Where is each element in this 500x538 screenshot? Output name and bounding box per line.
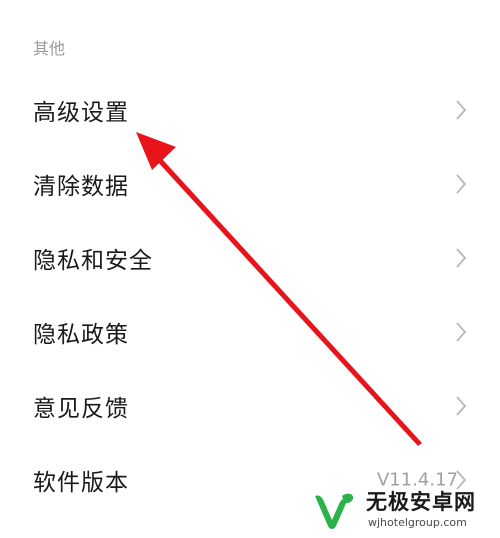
- watermark-url: wjhotelgroup.com: [368, 516, 467, 529]
- menu-item-label: 意见反馈: [33, 396, 129, 422]
- settings-menu: 高级设置 清除数据 隐私和安全 隐私政策 意见反馈 软件版本 V11.4.17: [0, 73, 500, 517]
- chevron-right-icon: [456, 322, 467, 342]
- section-header-other: 其他: [33, 39, 66, 58]
- menu-item-feedback[interactable]: 意见反馈: [0, 369, 500, 443]
- menu-item-label: 高级设置: [33, 100, 129, 126]
- watermark: 无极安卓网 wjhotelgroup.com: [312, 488, 494, 534]
- menu-item-clear-data[interactable]: 清除数据: [0, 147, 500, 221]
- settings-screen: 其他 高级设置 清除数据 隐私和安全 隐私政策 意见反馈 软件版本 V11.4.…: [0, 0, 500, 538]
- chevron-right-icon: [456, 396, 467, 416]
- chevron-right-icon: [456, 174, 467, 194]
- menu-item-label: 软件版本: [33, 470, 129, 496]
- menu-item-advanced-settings[interactable]: 高级设置: [0, 73, 500, 147]
- menu-item-privacy-security[interactable]: 隐私和安全: [0, 221, 500, 295]
- chevron-right-icon: [456, 248, 467, 268]
- menu-item-label: 清除数据: [33, 174, 129, 200]
- watermark-logo-icon: [315, 493, 354, 529]
- menu-item-privacy-policy[interactable]: 隐私政策: [0, 295, 500, 369]
- chevron-right-icon: [456, 100, 467, 120]
- watermark-title: 无极安卓网: [366, 490, 476, 514]
- menu-item-label: 隐私和安全: [33, 248, 153, 274]
- menu-item-label: 隐私政策: [33, 322, 129, 348]
